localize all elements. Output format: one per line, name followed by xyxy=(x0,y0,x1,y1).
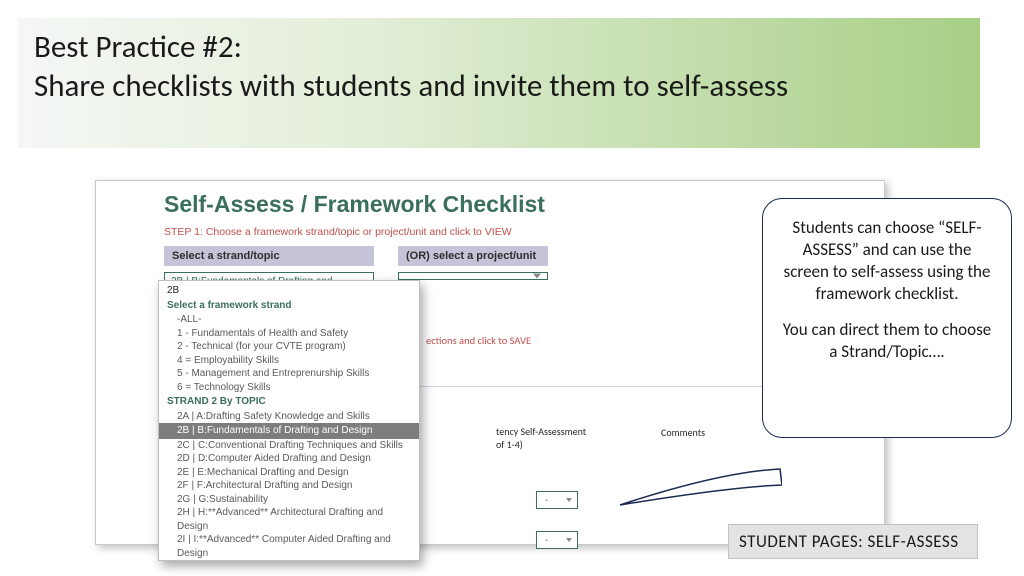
column-header-comments: Comments xyxy=(661,426,705,439)
title-line-1: Best Practice #2: xyxy=(34,28,964,67)
panel-heading: Self-Assess / Framework Checklist xyxy=(164,191,862,218)
callout-tail xyxy=(610,467,782,507)
callout-bubble: Students can choose “SELF-ASSESS” and ca… xyxy=(762,198,1012,438)
dropdown-group-label: Select a framework strand xyxy=(159,298,419,314)
strand-dropdown-list[interactable]: 2B Select a framework strand -ALL-1 - Fu… xyxy=(158,280,420,561)
dropdown-current: 2B xyxy=(159,281,419,298)
slide-title: Best Practice #2: Share checklists with … xyxy=(18,18,980,148)
strand-select-label: Select a strand/topic xyxy=(164,246,374,266)
rating-select-2[interactable]: - xyxy=(536,531,578,549)
dropdown-option[interactable]: 6 = Technology Skills xyxy=(159,381,419,395)
project-select[interactable] xyxy=(398,272,548,280)
rating-select-1[interactable]: - xyxy=(536,491,578,509)
footer-label: STUDENT PAGES: SELF-ASSESS xyxy=(728,524,978,559)
dropdown-option[interactable]: 2G | G:Sustainability xyxy=(159,493,419,507)
callout-p1: Students can choose “SELF-ASSESS” and ca… xyxy=(779,217,995,305)
project-select-label: (OR) select a project/unit xyxy=(398,246,548,266)
dropdown-option[interactable]: 2B | B:Fundamentals of Drafting and Desi… xyxy=(159,423,419,439)
dropdown-option[interactable]: 2H | H:**Advanced** Architectural Drafti… xyxy=(159,506,419,533)
dropdown-group-label: STRAND 2 By TOPIC xyxy=(159,394,419,410)
dropdown-option[interactable]: 2A | A:Drafting Safety Knowledge and Ski… xyxy=(159,410,419,424)
project-select-block: (OR) select a project/unit xyxy=(398,246,548,280)
dropdown-option[interactable]: 2I | I:**Advanced** Computer Aided Draft… xyxy=(159,533,419,560)
dropdown-option[interactable]: 2 - Technical (for your CVTE program) xyxy=(159,340,419,354)
title-line-2: Share checklists with students and invit… xyxy=(34,67,964,106)
callout-p2: You can direct them to choose a Strand/T… xyxy=(779,319,995,363)
rating-value: - xyxy=(545,533,548,546)
dropdown-option[interactable]: 1 - Fundamentals of Health and Safety xyxy=(159,327,419,341)
column-header-competency: tency Self-Assessment of 1-4) xyxy=(496,426,586,451)
rating-value: - xyxy=(545,493,548,506)
step-1-text: STEP 1: Choose a framework strand/topic … xyxy=(164,226,862,238)
dropdown-option[interactable]: 2E | E:Mechanical Drafting and Design xyxy=(159,466,419,480)
dropdown-option[interactable]: 4 = Employability Skills xyxy=(159,354,419,368)
step-2-partial-text: ections and click to SAVE xyxy=(426,334,531,347)
dropdown-option[interactable]: 2D | D:Computer Aided Drafting and Desig… xyxy=(159,452,419,466)
dropdown-option[interactable]: -ALL- xyxy=(159,313,419,327)
dropdown-option[interactable]: 2C | C:Conventional Drafting Techniques … xyxy=(159,439,419,453)
dropdown-option[interactable]: 5 - Management and Entreprenurship Skill… xyxy=(159,367,419,381)
dropdown-option[interactable]: 2F | F:Architectural Drafting and Design xyxy=(159,479,419,493)
